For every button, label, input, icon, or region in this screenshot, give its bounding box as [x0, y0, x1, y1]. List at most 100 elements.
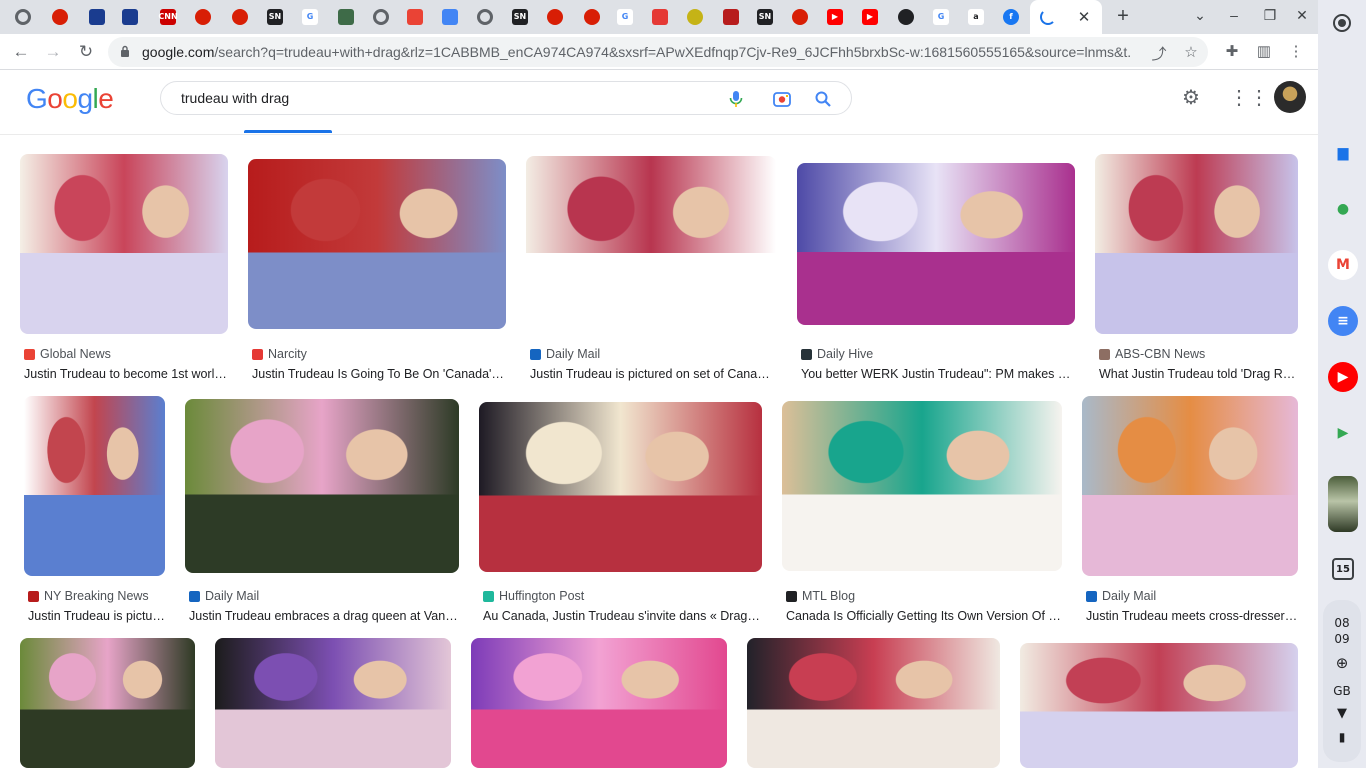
more-menu-icon[interactable]: ⋮ — [1286, 42, 1306, 60]
browser-tab[interactable]: G — [297, 4, 323, 30]
browser-tab[interactable]: SN — [262, 4, 288, 30]
result-title-link[interactable]: Justin Trudeau Is Going To Be On 'Canada… — [252, 367, 506, 381]
result-thumbnail-image[interactable] — [797, 163, 1075, 325]
browser-tab[interactable]: CNN — [155, 4, 181, 30]
result-title-link[interactable]: Au Canada, Justin Trudeau s'invite dans … — [483, 609, 762, 623]
browser-tab[interactable] — [542, 4, 568, 30]
play-store-icon[interactable]: ▶ — [1328, 418, 1358, 448]
result-title-link[interactable]: Justin Trudeau meets cross-dressers at P… — [1086, 609, 1298, 623]
settings-gear-icon[interactable]: ⚙ — [1179, 85, 1203, 110]
search-icon[interactable] — [812, 88, 834, 110]
address-bar[interactable]: google.com/search?q=trudeau+with+drag&rl… — [108, 37, 1208, 67]
result-title-link[interactable]: Canada Is Officially Getting Its Own Ver… — [786, 609, 1062, 623]
browser-tab[interactable] — [10, 4, 36, 30]
browser-tab[interactable] — [437, 4, 463, 30]
gmail-icon[interactable]: M — [1328, 250, 1358, 280]
site-favicon-icon — [28, 590, 39, 602]
bookmark-star-icon[interactable]: ☆ — [1182, 43, 1200, 61]
chrome-icon[interactable]: ● — [1328, 194, 1358, 224]
google-logo[interactable]: Google — [26, 83, 114, 115]
result-thumbnail-image[interactable] — [747, 638, 1000, 768]
result-thumbnail-image[interactable] — [185, 399, 459, 573]
result-thumbnail-image[interactable] — [215, 638, 451, 768]
browser-tab[interactable]: ▶ — [822, 4, 848, 30]
browser-tab[interactable] — [718, 4, 744, 30]
launcher-icon[interactable] — [1327, 8, 1357, 38]
result-thumbnail-image[interactable] — [479, 402, 762, 572]
result-title-link[interactable]: Justin Trudeau is pictured on... — [28, 609, 165, 623]
result-thumbnail-image[interactable] — [20, 154, 228, 334]
result-source[interactable]: Daily Hive — [801, 347, 873, 361]
result-thumbnail-image[interactable] — [526, 156, 776, 332]
result-thumbnail-image[interactable] — [1082, 396, 1298, 576]
browser-tab[interactable] — [333, 4, 359, 30]
browser-tab[interactable] — [647, 4, 673, 30]
result-thumbnail-image[interactable] — [20, 638, 195, 768]
browser-tab[interactable] — [84, 4, 110, 30]
search-box[interactable]: trudeau with drag — [160, 81, 852, 115]
result-title-link[interactable]: Justin Trudeau to become 1st world leade… — [24, 367, 228, 381]
browser-tab[interactable]: SN — [752, 4, 778, 30]
forward-button[interactable]: → — [42, 41, 64, 63]
result-source[interactable]: Global News — [24, 347, 111, 361]
browser-tab[interactable] — [579, 4, 605, 30]
result-thumbnail-image[interactable] — [24, 396, 165, 576]
browser-tab[interactable]: a — [963, 4, 989, 30]
result-title-link[interactable]: Justin Trudeau is pictured on set of Can… — [530, 367, 776, 381]
result-source[interactable]: NY Breaking News — [28, 589, 149, 603]
result-thumbnail-image[interactable] — [1020, 643, 1298, 768]
browser-tab[interactable] — [893, 4, 919, 30]
browser-tab[interactable] — [190, 4, 216, 30]
result-title-link[interactable]: What Justin Trudeau told 'Drag Race' que… — [1099, 367, 1298, 381]
result-title-link[interactable]: Justin Trudeau embraces a drag queen at … — [189, 609, 459, 623]
browser-tab[interactable]: G — [612, 4, 638, 30]
share-icon[interactable]: ⤴ — [1150, 43, 1168, 64]
lens-camera-icon[interactable] — [771, 88, 793, 110]
browser-tab[interactable] — [117, 4, 143, 30]
result-source[interactable]: Daily Mail — [530, 347, 600, 361]
result-source[interactable]: Huffington Post — [483, 589, 584, 603]
reload-button[interactable]: ↻ — [75, 41, 97, 63]
status-tray[interactable]: 08 09 ⊕ GB ▼ ▮ — [1323, 600, 1361, 762]
browser-tab[interactable] — [402, 4, 428, 30]
browser-tab[interactable] — [682, 4, 708, 30]
browser-tab[interactable] — [227, 4, 253, 30]
account-avatar[interactable] — [1274, 81, 1306, 113]
browser-tab[interactable] — [787, 4, 813, 30]
result-source[interactable]: MTL Blog — [786, 589, 855, 603]
maximize-button[interactable]: ❐ — [1260, 7, 1280, 24]
minimize-button[interactable]: – — [1224, 7, 1244, 23]
url-text[interactable]: google.com/search?q=trudeau+with+drag&rl… — [142, 44, 1132, 60]
youtube-icon[interactable]: ▶ — [1328, 362, 1358, 392]
calendar-icon[interactable]: 15 — [1332, 558, 1354, 580]
browser-tab[interactable] — [472, 4, 498, 30]
result-title-link[interactable]: You better WERK Justin Trudeau": PM make… — [801, 367, 1075, 381]
result-source[interactable]: Daily Mail — [189, 589, 259, 603]
new-tab-button[interactable]: + — [1112, 5, 1134, 28]
tab-close-icon[interactable]: ✕ — [1074, 7, 1094, 27]
browser-tab[interactable]: f — [998, 4, 1024, 30]
result-source[interactable]: Daily Mail — [1086, 589, 1156, 603]
browser-tab[interactable]: G — [928, 4, 954, 30]
result-thumbnail-image[interactable] — [1095, 154, 1298, 334]
extensions-icon[interactable]: ✚ — [1222, 42, 1242, 60]
result-source[interactable]: ABS-CBN News — [1099, 347, 1205, 361]
browser-tab[interactable]: SN — [507, 4, 533, 30]
docs-icon[interactable]: ≡ — [1328, 306, 1358, 336]
result-thumbnail-image[interactable] — [782, 401, 1062, 571]
files-icon[interactable]: ▆ — [1328, 138, 1358, 168]
browser-tab[interactable] — [368, 4, 394, 30]
photo-app-icon[interactable] — [1328, 476, 1358, 532]
result-thumbnail-image[interactable] — [248, 159, 506, 329]
browser-tab[interactable]: ▶ — [857, 4, 883, 30]
result-thumbnail-image[interactable] — [471, 638, 727, 768]
close-window-button[interactable]: ✕ — [1292, 7, 1312, 24]
side-panel-icon[interactable]: ▥ — [1254, 42, 1274, 60]
back-button[interactable]: ← — [10, 41, 32, 63]
result-source[interactable]: Narcity — [252, 347, 307, 361]
search-input[interactable]: trudeau with drag — [181, 90, 289, 106]
tab-search-button[interactable]: ⌄ — [1190, 7, 1210, 24]
browser-tab[interactable] — [47, 4, 73, 30]
apps-grid-icon[interactable]: ⋮⋮ — [1229, 85, 1269, 110]
microphone-icon[interactable] — [725, 88, 747, 110]
